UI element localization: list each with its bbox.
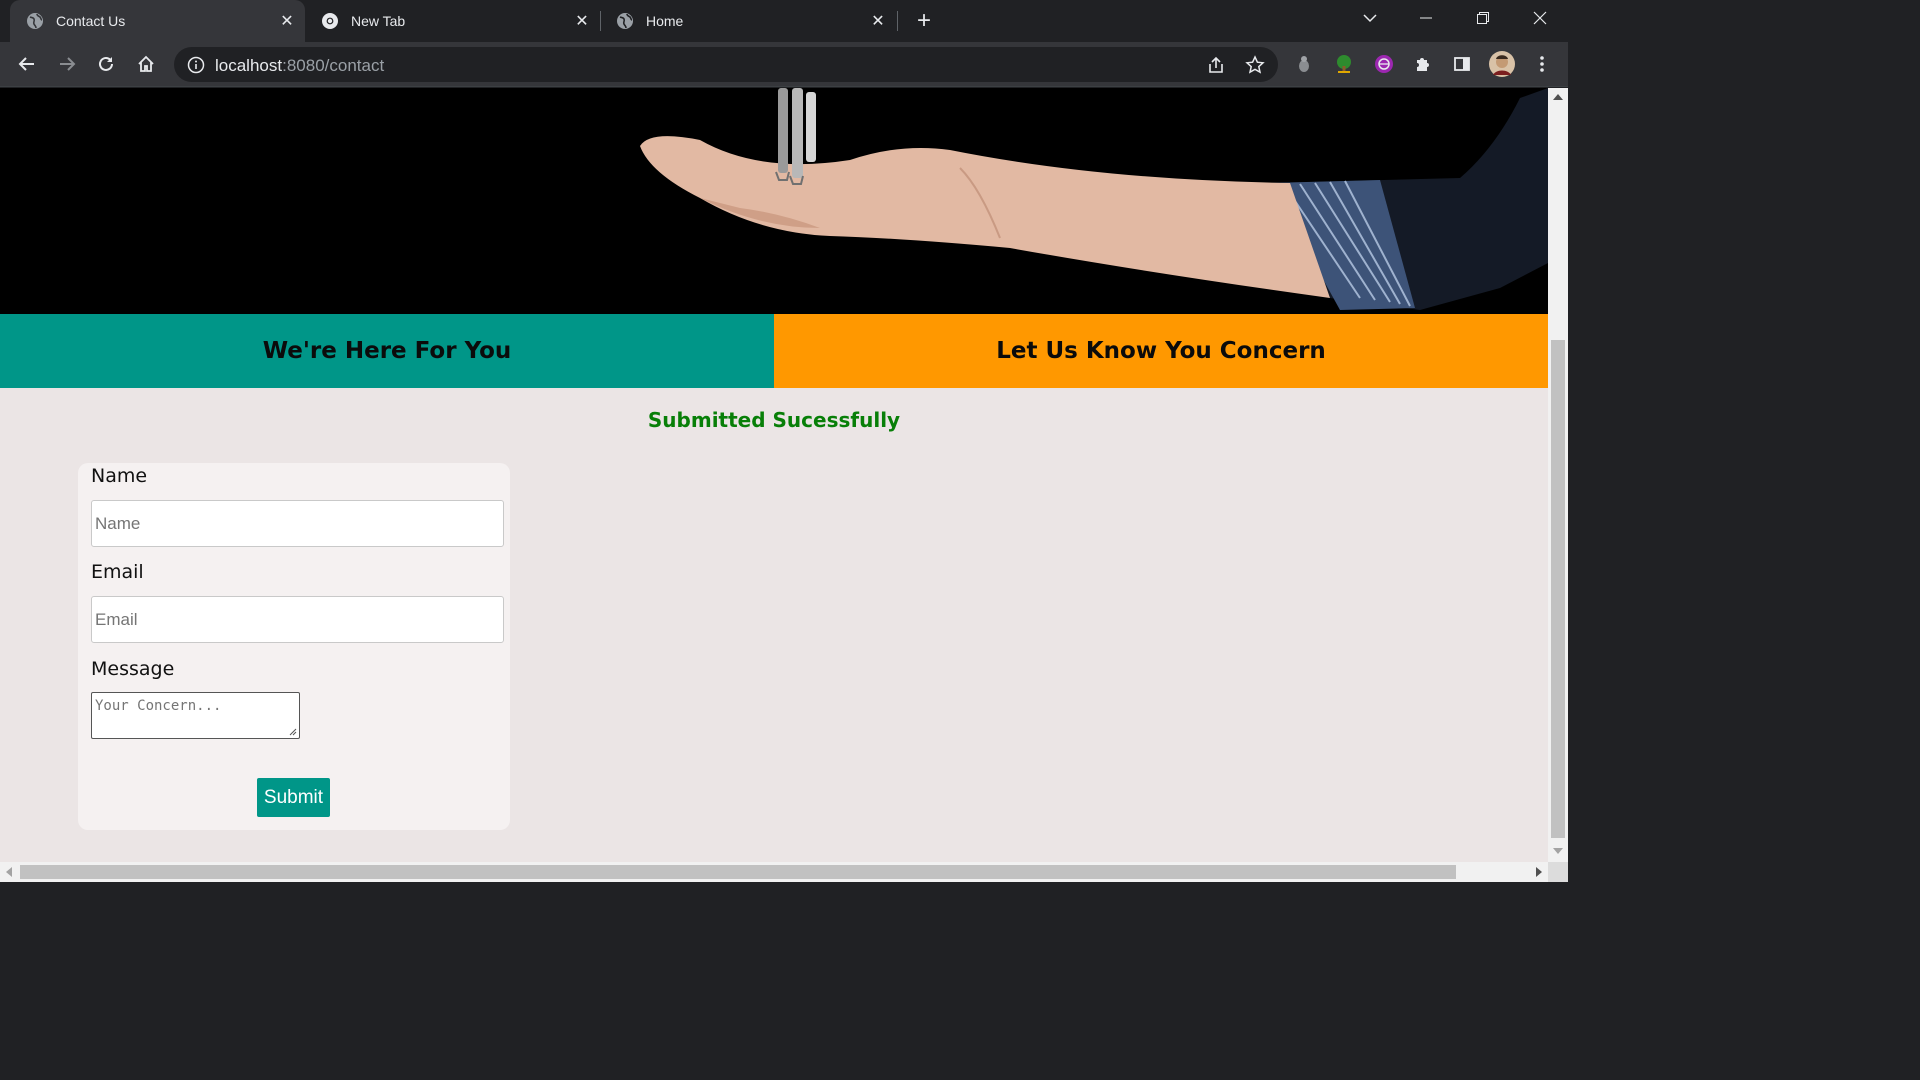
home-icon[interactable] (132, 50, 160, 78)
scroll-up-arrow-icon[interactable] (1553, 94, 1563, 100)
tab-contact-us[interactable]: Contact Us ✕ (10, 0, 305, 42)
scroll-left-arrow-icon[interactable] (6, 867, 12, 877)
message-textarea[interactable]: Your Concern... (91, 692, 300, 739)
tab-title: New Tab (351, 13, 406, 29)
bookmark-star-icon[interactable] (1243, 53, 1267, 77)
close-tab-icon[interactable]: ✕ (277, 11, 297, 31)
side-panel-icon[interactable] (1448, 50, 1476, 78)
email-label: Email (91, 561, 144, 583)
name-input[interactable]: Name (91, 500, 504, 547)
success-message: Submitted Sucessfully (647, 408, 901, 432)
chrome-icon (321, 12, 339, 30)
vertical-scrollbar[interactable] (1548, 88, 1568, 862)
tab-home[interactable]: Home ✕ (600, 0, 896, 42)
message-placeholder: Your Concern... (95, 698, 222, 714)
restore-icon[interactable] (1463, 0, 1503, 36)
minimize-icon[interactable] (1406, 0, 1446, 36)
vertical-scroll-thumb[interactable] (1551, 340, 1565, 838)
tab-title: Home (646, 13, 684, 29)
name-label: Name (91, 465, 148, 487)
extension-gray-icon[interactable] (1290, 50, 1318, 78)
browser-toolbar: localhost:8080/contact (0, 42, 1568, 87)
horizontal-scroll-thumb[interactable] (20, 865, 1456, 879)
tab-search-chevron-icon[interactable] (1350, 0, 1390, 36)
back-arrow-icon[interactable] (13, 50, 41, 78)
contact-form: Name Name Email Email Message Your Conce… (78, 463, 510, 830)
tab-separator (897, 11, 898, 31)
let-us-know-banner: Let Us Know You Concern (774, 314, 1548, 388)
resize-grip-icon[interactable] (288, 727, 297, 736)
globe-icon (616, 12, 634, 30)
scrollbar-corner (1548, 862, 1568, 882)
forward-arrow-icon[interactable] (53, 50, 81, 78)
new-tab-plus-icon[interactable]: + (911, 7, 937, 34)
here-for-you-banner: We're Here For You (0, 314, 774, 388)
share-icon[interactable] (1204, 53, 1228, 77)
hero-image-hand-with-keys (0, 88, 1548, 314)
tab-new-tab[interactable]: New Tab ✕ (305, 0, 600, 42)
chrome-menu-icon[interactable] (1528, 50, 1556, 78)
close-tab-icon[interactable]: ✕ (572, 11, 592, 31)
scroll-down-arrow-icon[interactable] (1553, 848, 1563, 854)
extension-tree-icon[interactable] (1330, 50, 1358, 78)
url-text: localhost:8080/contact (215, 56, 384, 76)
close-tab-icon[interactable]: ✕ (868, 11, 888, 31)
submit-button[interactable]: Submit (257, 778, 330, 817)
reload-icon[interactable] (92, 50, 120, 78)
scroll-right-arrow-icon[interactable] (1536, 867, 1542, 877)
extension-purple-icon[interactable] (1370, 50, 1398, 78)
page-viewport: We're Here For You Let Us Know You Conce… (0, 88, 1548, 862)
tab-strip: Contact Us ✕ New Tab ✕ Home ✕ + (0, 0, 1568, 42)
globe-icon (26, 12, 44, 30)
extensions-puzzle-icon[interactable] (1409, 50, 1437, 78)
url-host: localhost (215, 56, 283, 75)
address-bar[interactable]: localhost:8080/contact (174, 47, 1278, 82)
horizontal-scrollbar[interactable] (0, 862, 1548, 882)
tab-title: Contact Us (56, 13, 126, 29)
close-window-icon[interactable] (1520, 0, 1560, 36)
message-label: Message (91, 658, 175, 680)
email-input[interactable]: Email (91, 596, 504, 643)
site-info-icon[interactable] (186, 55, 206, 75)
url-path: :8080/contact (282, 56, 385, 75)
profile-avatar[interactable] (1488, 50, 1516, 78)
